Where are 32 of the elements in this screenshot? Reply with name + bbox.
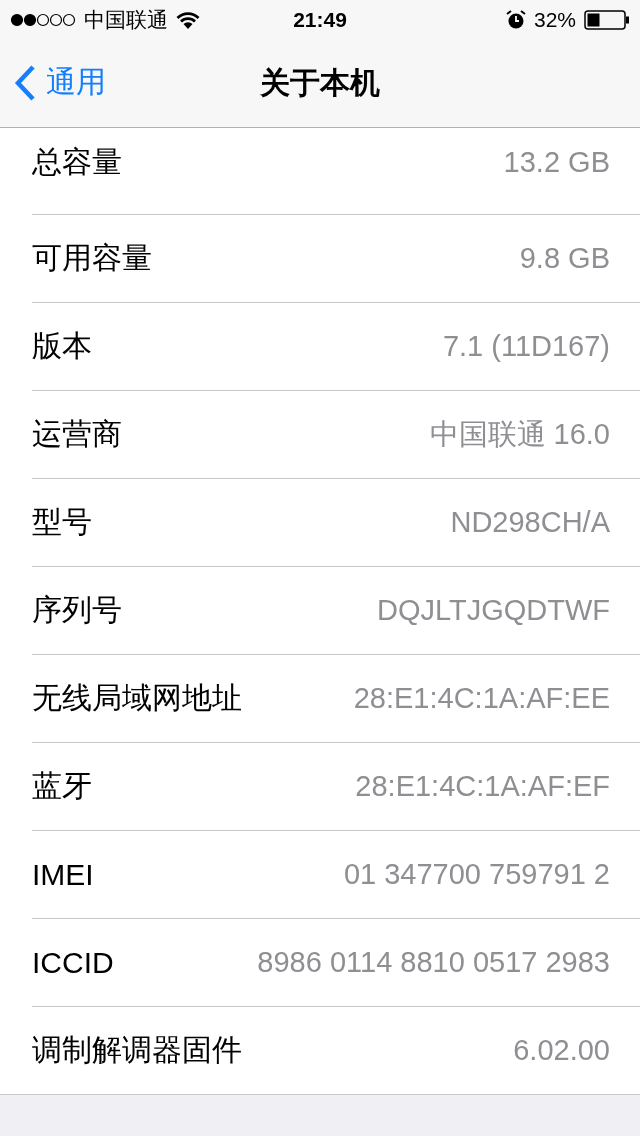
carrier-name: 中国联通 (84, 7, 168, 33)
row-value: 13.2 GB (503, 145, 610, 179)
row-value: ND298CH/A (450, 506, 610, 539)
back-button[interactable]: 通用 (14, 62, 106, 103)
chevron-left-icon (14, 63, 36, 102)
row-value: 中国联通 16.0 (429, 416, 610, 452)
row-label: 蓝牙 (32, 768, 92, 804)
row-label: IMEI (32, 857, 94, 892)
battery-icon (584, 10, 630, 30)
row-label: 序列号 (32, 592, 122, 628)
row-label: ICCID (32, 945, 114, 980)
row-value: 28:E1:4C:1A:AF:EF (355, 770, 610, 803)
row-label: 型号 (32, 504, 92, 540)
wifi-icon (176, 11, 200, 29)
row-label: 运营商 (32, 416, 122, 452)
row-label: 总容量 (32, 143, 122, 180)
row-value: 28:E1:4C:1A:AF:EE (353, 682, 610, 715)
row-value: 8986 0114 8810 0517 2983 (257, 946, 610, 979)
battery-percentage: 32% (533, 8, 576, 32)
row-value: 01 347700 759791 2 (343, 858, 610, 891)
row-value: DQJLTJGQDTWF (376, 594, 610, 627)
alarm-clock-icon (505, 10, 526, 30)
row-value: 6.02.00 (513, 1034, 610, 1067)
signal-strength-icon (10, 13, 76, 27)
status-time: 21:49 (293, 8, 347, 32)
row-value: 7.1 (11D167) (442, 330, 610, 363)
row-label: 调制解调器固件 (32, 1032, 242, 1068)
row-label: 无线局域网地址 (32, 680, 242, 716)
row-label: 可用容量 (32, 240, 152, 276)
page-title: 关于本机 (260, 65, 380, 101)
row-label: 版本 (32, 328, 92, 364)
row-value: 9.8 GB (519, 242, 610, 275)
